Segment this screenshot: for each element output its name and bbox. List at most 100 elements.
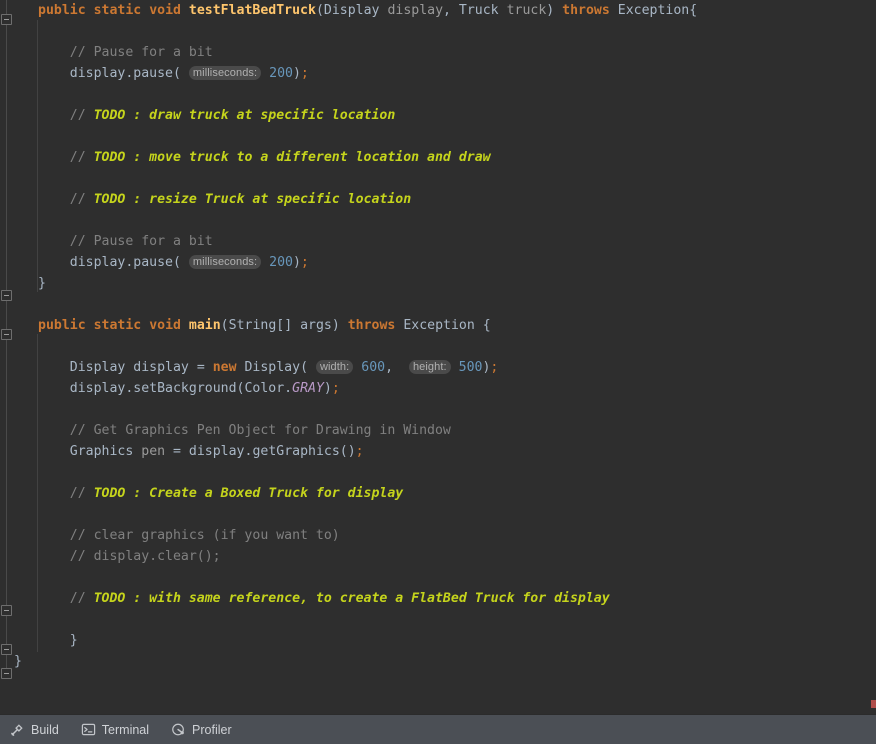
- parameter-hint[interactable]: milliseconds:: [188, 66, 262, 80]
- token-num: 200: [269, 255, 293, 270]
- code-line-comment-pause-for-a-bit-2[interactable]: // Pause for a bit: [14, 231, 876, 252]
- code-line-comment-pause-for-a-bit-1[interactable]: // Pause for a bit: [14, 42, 876, 63]
- token-punc: ): [331, 318, 348, 333]
- code-line-blank[interactable]: [14, 504, 876, 525]
- fold-marker-main-end[interactable]: [1, 644, 12, 655]
- code-line-blank[interactable]: [14, 336, 876, 357]
- token-cmt-slash: //: [69, 108, 94, 123]
- code-line-method-signature-testflatbedtruck[interactable]: public static void testFlatBedTruck(Disp…: [14, 0, 876, 21]
- tool-window-button-build[interactable]: Build: [4, 719, 69, 741]
- token-kw: new: [212, 360, 237, 375]
- code-editor[interactable]: public static void testFlatBedTruck(Disp…: [0, 0, 876, 714]
- token-punc: (: [300, 360, 309, 375]
- token-type: Display: [323, 3, 380, 18]
- code-line-blank[interactable]: [14, 21, 876, 42]
- tool-window-button-label: Terminal: [101, 722, 150, 737]
- token-fn: pause: [133, 255, 173, 270]
- code-line-blank[interactable]: [14, 462, 876, 483]
- token-todo: TODO : with same reference, to create a …: [93, 591, 610, 606]
- fold-marker-testflatbedtruck-start[interactable]: [1, 14, 12, 25]
- code-line-blank[interactable]: [14, 399, 876, 420]
- token-type: Graphics: [69, 444, 134, 459]
- token-method: main: [188, 318, 221, 333]
- token-punc: ): [292, 66, 301, 81]
- code-line-comment-clear-graphics[interactable]: // clear graphics (if you want to): [14, 525, 876, 546]
- code-line-method-signature-main[interactable]: public static void main(String[] args) t…: [14, 315, 876, 336]
- fold-marker-main-start[interactable]: [1, 329, 12, 340]
- token-fn: getGraphics: [252, 444, 340, 459]
- code-line-comment-get-graphics-pen[interactable]: // Get Graphics Pen Object for Drawing i…: [14, 420, 876, 441]
- token-type: Truck: [458, 3, 499, 18]
- token-cmt: // display.clear();: [69, 549, 221, 564]
- code-line-todo-resize-truck[interactable]: // TODO : resize Truck at specific locat…: [14, 189, 876, 210]
- code-line-todo-move-truck[interactable]: // TODO : move truck to a different loca…: [14, 147, 876, 168]
- code-line-blank[interactable]: [14, 210, 876, 231]
- code-line-todo-create-boxed-truck[interactable]: // TODO : Create a Boxed Truck for displ…: [14, 483, 876, 504]
- token-semi: ;: [355, 444, 364, 459]
- code-line-todo-draw-truck[interactable]: // TODO : draw truck at specific locatio…: [14, 105, 876, 126]
- token-punc: (: [173, 255, 181, 270]
- token-punc: (: [220, 318, 229, 333]
- token-local: display: [387, 3, 444, 18]
- tool-window-bar[interactable]: Build Terminal Profiler: [0, 714, 876, 744]
- code-line-blank[interactable]: [14, 294, 876, 315]
- profiler-icon: [171, 722, 186, 737]
- token-local: truck: [506, 3, 547, 18]
- token-punc: ,: [443, 3, 459, 18]
- code-line-close-brace-class[interactable]: }: [14, 651, 876, 672]
- code-line-comment-display-clear[interactable]: // display.clear();: [14, 546, 876, 567]
- tool-window-button-terminal[interactable]: Terminal: [75, 719, 159, 741]
- code-line-blank[interactable]: [14, 126, 876, 147]
- token-type: Color: [244, 381, 285, 396]
- token-ident: display: [188, 444, 245, 459]
- token-fn: setBackground: [133, 381, 237, 396]
- code-line-blank[interactable]: [14, 168, 876, 189]
- code-line-close-brace-main[interactable]: }: [14, 630, 876, 651]
- token-punc: (): [339, 444, 356, 459]
- token-punc: }: [14, 654, 22, 669]
- parameter-hint[interactable]: milliseconds:: [188, 255, 262, 269]
- fold-marker-testflatbedtruck-end[interactable]: [1, 290, 12, 301]
- code-line-decl-graphics-pen[interactable]: Graphics pen = display.getGraphics();: [14, 441, 876, 462]
- token-fn: pause: [133, 66, 173, 81]
- code-line-blank[interactable]: [14, 609, 876, 630]
- fold-gutter[interactable]: [0, 0, 14, 714]
- token-kw: throws: [562, 3, 610, 18]
- code-line-call-display-pause-1[interactable]: display.pause( milliseconds: 200);: [14, 63, 876, 84]
- error-stripe-marker[interactable]: [871, 700, 876, 708]
- parameter-hint[interactable]: width:: [315, 360, 354, 374]
- token-punc: =: [165, 444, 189, 459]
- fold-marker-main-mid[interactable]: [1, 605, 12, 616]
- code-line-close-brace-testflatbedtruck[interactable]: }: [14, 273, 876, 294]
- token-punc: .: [284, 381, 293, 396]
- token-kw: void: [149, 318, 181, 333]
- parameter-hint[interactable]: height:: [408, 360, 451, 374]
- tool-window-button-profiler[interactable]: Profiler: [165, 719, 242, 741]
- token-method: testFlatBedTruck: [188, 3, 316, 18]
- code-surface[interactable]: public static void testFlatBedTruck(Disp…: [14, 0, 876, 714]
- code-line-blank[interactable]: [14, 567, 876, 588]
- code-line-blank[interactable]: [14, 84, 876, 105]
- fold-marker-class-end[interactable]: [1, 668, 12, 679]
- code-line-call-display-pause-2[interactable]: display.pause( milliseconds: 200);: [14, 252, 876, 273]
- token-punc: (: [315, 3, 324, 18]
- token-punc: }: [38, 276, 46, 291]
- code-line-call-set-background[interactable]: display.setBackground(Color.GRAY);: [14, 378, 876, 399]
- code-line-decl-display[interactable]: Display display = new Display( width: 60…: [14, 357, 876, 378]
- code-line-todo-flatbed-truck[interactable]: // TODO : with same reference, to create…: [14, 588, 876, 609]
- token-type: Exception: [617, 3, 690, 18]
- code-text[interactable]: public static void testFlatBedTruck(Disp…: [14, 0, 876, 672]
- token-cmt-slash: //: [69, 150, 94, 165]
